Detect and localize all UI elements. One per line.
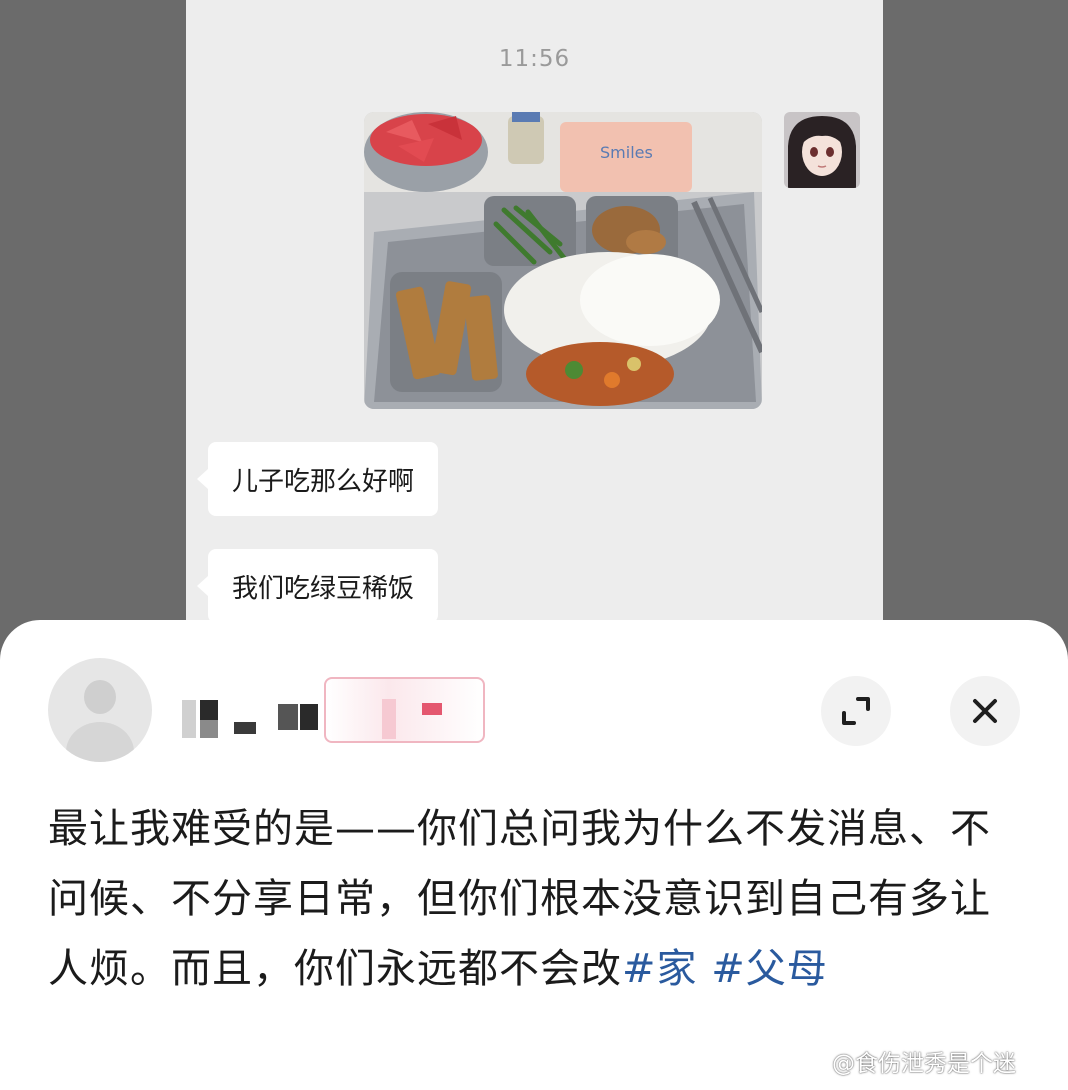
message-timestamp: 11:56 (498, 46, 571, 72)
watermark-text: @食伤泄秀是个迷 (832, 1051, 1016, 1077)
expand-icon (842, 697, 870, 725)
user-badge-redacted (324, 677, 485, 743)
post-body: 最让我难受的是——你们总问我为什么不发消息、不问候、不分享日常，但你们根本没意识… (48, 806, 991, 992)
close-icon (973, 699, 997, 723)
chat-bubble-incoming[interactable]: 我们吃绿豆稀饭 (196, 549, 439, 623)
food-tray-photo[interactable]: Smiles (364, 112, 762, 409)
chat-bubble-incoming[interactable]: 儿子吃那么好啊 (196, 442, 439, 516)
anime-girl-avatar[interactable] (784, 112, 860, 188)
expand-button[interactable] (821, 676, 891, 746)
chat-screenshot: 11:56 Smiles 儿子吃那么好啊 我们吃绿豆稀饭 (186, 0, 883, 700)
watermark: @食伤泄秀是个迷 (800, 1044, 1016, 1078)
close-button[interactable] (950, 676, 1020, 746)
hashtag-link[interactable]: #父母 (711, 946, 828, 992)
svg-text:Smiles: Smiles (600, 143, 653, 162)
hashtag-link[interactable]: #家 (622, 946, 698, 992)
weibo-logo-icon (800, 1051, 827, 1073)
post-text: 最让我难受的是——你们总问我为什么不发消息、不问候、不分享日常，但你们根本没意识… (48, 794, 1028, 1004)
user-avatar-icon[interactable] (48, 658, 152, 762)
